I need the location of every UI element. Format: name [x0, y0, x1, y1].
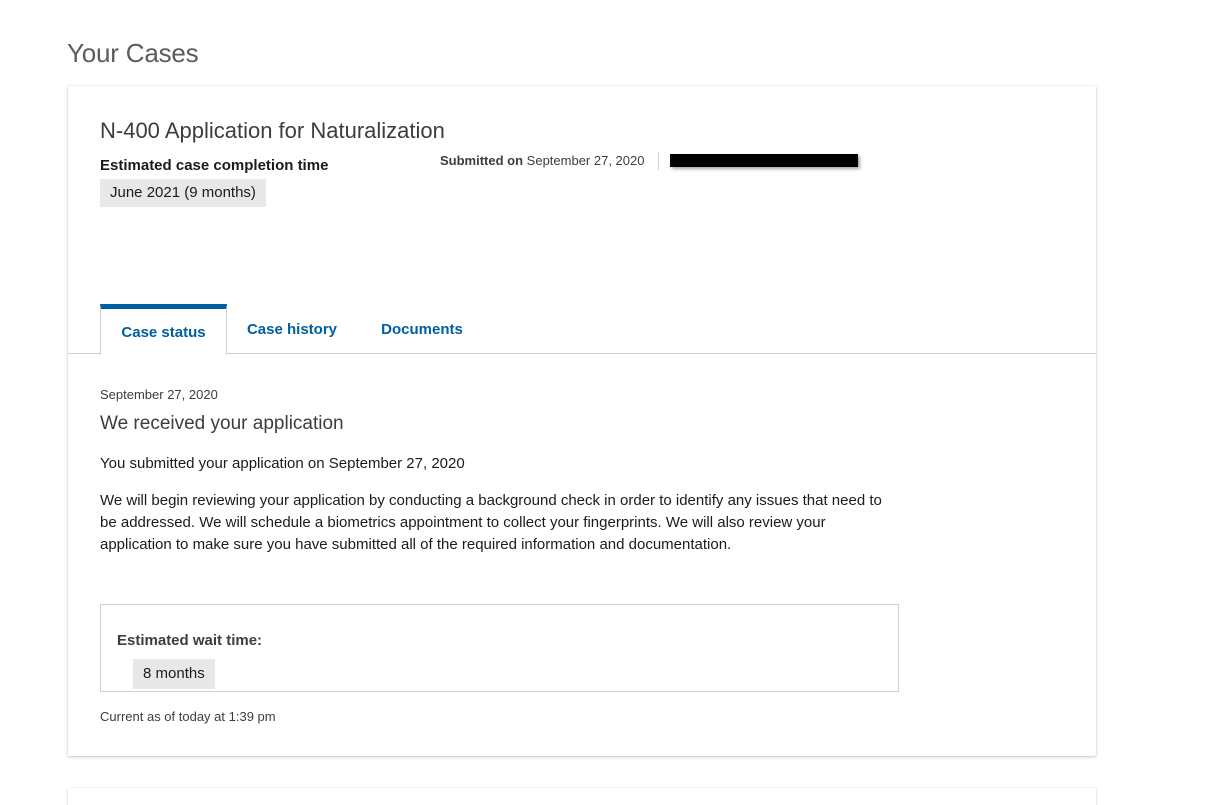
page-title: Your Cases: [67, 38, 199, 68]
status-paragraph: You submitted your application on Septem…: [100, 455, 465, 472]
redaction-bar: [670, 154, 858, 167]
page: Your Cases N-400 Application for Natural…: [0, 0, 1224, 805]
tab-documents[interactable]: Documents: [368, 304, 476, 354]
tab-case-history[interactable]: Case history: [236, 304, 348, 354]
wait-time-label: Estimated wait time:: [117, 632, 263, 649]
estimate-value-badge: June 2021 (9 months): [100, 179, 266, 207]
status-heading: We received your application: [100, 413, 344, 434]
submitted-info: Submitted on September 27, 2020: [440, 153, 644, 168]
next-case-card: [68, 788, 1096, 805]
estimate-label: Estimated case completion time: [100, 157, 329, 174]
submitted-label: Submitted on: [440, 153, 524, 168]
wait-time-box: Estimated wait time: 8 months: [100, 604, 899, 692]
divider: [658, 152, 659, 170]
case-tabs: Case status Case history Documents: [68, 304, 1096, 355]
case-title: N-400 Application for Naturalization: [100, 118, 445, 143]
tab-case-status[interactable]: Case status: [100, 304, 227, 355]
submitted-date: September 27, 2020: [526, 153, 645, 168]
case-card: N-400 Application for Naturalization Est…: [68, 86, 1096, 756]
status-description: We will begin reviewing your application…: [100, 492, 882, 553]
current-as-of: Current as of today at 1:39 pm: [100, 709, 276, 724]
status-date: September 27, 2020: [100, 387, 218, 402]
wait-time-badge: 8 months: [133, 659, 215, 689]
